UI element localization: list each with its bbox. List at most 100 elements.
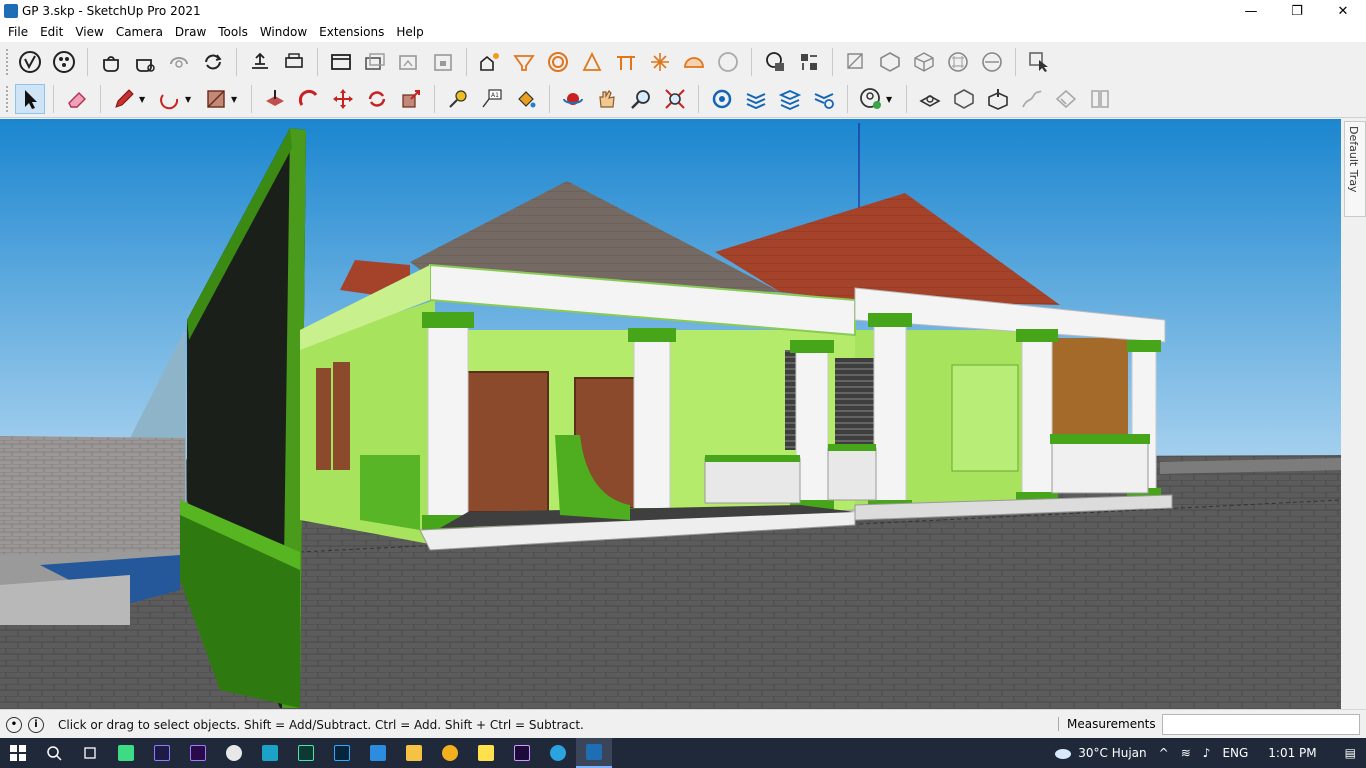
scale-icon[interactable] xyxy=(396,84,426,114)
view-iso-icon[interactable] xyxy=(841,47,871,77)
drape-icon[interactable] xyxy=(1051,84,1081,114)
align-icon[interactable] xyxy=(245,47,275,77)
circle-grey-icon[interactable] xyxy=(713,47,743,77)
menu-camera[interactable]: Camera xyxy=(110,25,169,39)
target-icon[interactable] xyxy=(543,47,573,77)
colors-icon[interactable] xyxy=(49,47,79,77)
eraser-icon[interactable] xyxy=(62,84,92,114)
menu-extensions[interactable]: Extensions xyxy=(313,25,390,39)
orbit-grey-icon[interactable] xyxy=(164,47,194,77)
menu-tools[interactable]: Tools xyxy=(212,25,254,39)
weather-text[interactable]: 30°C Hujan xyxy=(1078,746,1146,760)
chevron-up-icon[interactable]: ^ xyxy=(1159,746,1169,760)
sticky-notes-icon[interactable] xyxy=(468,738,504,768)
default-tray-tab[interactable]: Default Tray xyxy=(1344,121,1366,217)
geo-location-icon[interactable]: • xyxy=(6,716,22,733)
pencil-icon[interactable] xyxy=(109,84,139,114)
pan-hand-icon[interactable] xyxy=(592,84,622,114)
dome-icon[interactable] xyxy=(679,47,709,77)
zoom-extents-icon[interactable] xyxy=(660,84,690,114)
minimize-button[interactable]: — xyxy=(1228,0,1274,22)
start-button[interactable] xyxy=(0,738,36,768)
premiere-icon[interactable] xyxy=(180,738,216,768)
view-top-icon[interactable] xyxy=(875,47,905,77)
house-sun-icon[interactable] xyxy=(475,47,505,77)
select-arrow-icon[interactable] xyxy=(15,84,45,114)
menu-file[interactable]: File xyxy=(2,25,34,39)
file-explorer-icon[interactable] xyxy=(396,738,432,768)
search-icon[interactable] xyxy=(36,738,72,768)
menu-help[interactable]: Help xyxy=(390,25,429,39)
refresh-icon[interactable] xyxy=(198,47,228,77)
globe-icon[interactable] xyxy=(760,47,790,77)
task-view-icon[interactable] xyxy=(72,738,108,768)
box-icon[interactable] xyxy=(949,84,979,114)
chrome-icon[interactable] xyxy=(432,738,468,768)
menu-view[interactable]: View xyxy=(69,25,109,39)
tray-icon[interactable] xyxy=(509,47,539,77)
after-effects-icon[interactable] xyxy=(504,738,540,768)
tape-icon[interactable] xyxy=(443,84,473,114)
settings-layers-icon[interactable] xyxy=(809,84,839,114)
text-icon[interactable]: A1 xyxy=(477,84,507,114)
audition-icon[interactable] xyxy=(288,738,324,768)
view-right-icon[interactable] xyxy=(943,47,973,77)
view-front-icon[interactable] xyxy=(909,47,939,77)
window-grey-icon[interactable] xyxy=(394,47,424,77)
vscode-icon[interactable] xyxy=(360,738,396,768)
maximize-button[interactable]: ❐ xyxy=(1274,0,1320,22)
table-icon[interactable] xyxy=(611,47,641,77)
arc-icon[interactable] xyxy=(155,84,185,114)
select-box-icon[interactable] xyxy=(1024,47,1054,77)
arc-dropdown-icon[interactable]: ▼ xyxy=(185,95,195,104)
layers-icon[interactable] xyxy=(741,84,771,114)
android-studio-icon[interactable] xyxy=(108,738,144,768)
teapot-icon[interactable] xyxy=(96,47,126,77)
download-app-icon[interactable] xyxy=(252,738,288,768)
window-stack-icon[interactable] xyxy=(360,47,390,77)
move-icon[interactable] xyxy=(328,84,358,114)
pencil-dropdown-icon[interactable]: ▼ xyxy=(139,95,149,104)
user-dropdown-icon[interactable]: ▼ xyxy=(886,95,896,104)
smoove-icon[interactable] xyxy=(1017,84,1047,114)
teapot-colors-icon[interactable] xyxy=(130,47,160,77)
media-encoder-icon[interactable] xyxy=(144,738,180,768)
drawing-viewport[interactable] xyxy=(0,119,1341,709)
zoom-icon[interactable] xyxy=(626,84,656,114)
notification-icon[interactable]: ▤ xyxy=(1345,746,1356,760)
view-back-icon[interactable] xyxy=(977,47,1007,77)
component-icon[interactable] xyxy=(707,84,737,114)
paint-bucket-icon[interactable] xyxy=(511,84,541,114)
grid-move-icon[interactable] xyxy=(794,47,824,77)
menu-window[interactable]: Window xyxy=(254,25,313,39)
sketchup-taskbar-icon[interactable] xyxy=(576,738,612,768)
window-icon[interactable] xyxy=(326,47,356,77)
sparkle-icon[interactable] xyxy=(645,47,675,77)
wifi-icon[interactable]: ≋ xyxy=(1181,746,1191,760)
stack-icon[interactable] xyxy=(775,84,805,114)
model-scene[interactable] xyxy=(0,119,1341,709)
volume-icon[interactable]: ♪ xyxy=(1203,746,1211,760)
flip-icon[interactable] xyxy=(1085,84,1115,114)
menu-draw[interactable]: Draw xyxy=(169,25,212,39)
menu-edit[interactable]: Edit xyxy=(34,25,69,39)
photoshop-icon[interactable] xyxy=(324,738,360,768)
rectangle-icon[interactable] xyxy=(201,84,231,114)
info-icon[interactable]: i xyxy=(28,716,44,733)
orbit-icon[interactable] xyxy=(558,84,588,114)
toolbar-grip[interactable] xyxy=(6,86,9,112)
language-indicator[interactable]: ENG xyxy=(1222,746,1248,760)
close-button[interactable]: ✕ xyxy=(1320,0,1366,22)
measurements-input[interactable] xyxy=(1162,714,1360,735)
box-arrow-icon[interactable] xyxy=(983,84,1013,114)
pushpull-icon[interactable] xyxy=(260,84,290,114)
protractor-icon[interactable] xyxy=(577,47,607,77)
toolbar-grip[interactable] xyxy=(6,48,9,75)
printer-icon[interactable] xyxy=(279,47,309,77)
clock[interactable]: 1:01 PM xyxy=(1268,746,1316,760)
rotate-icon[interactable] xyxy=(362,84,392,114)
sandbox-icon[interactable] xyxy=(915,84,945,114)
user-icon[interactable] xyxy=(856,84,886,114)
app-icon[interactable] xyxy=(216,738,252,768)
telegram-icon[interactable] xyxy=(540,738,576,768)
